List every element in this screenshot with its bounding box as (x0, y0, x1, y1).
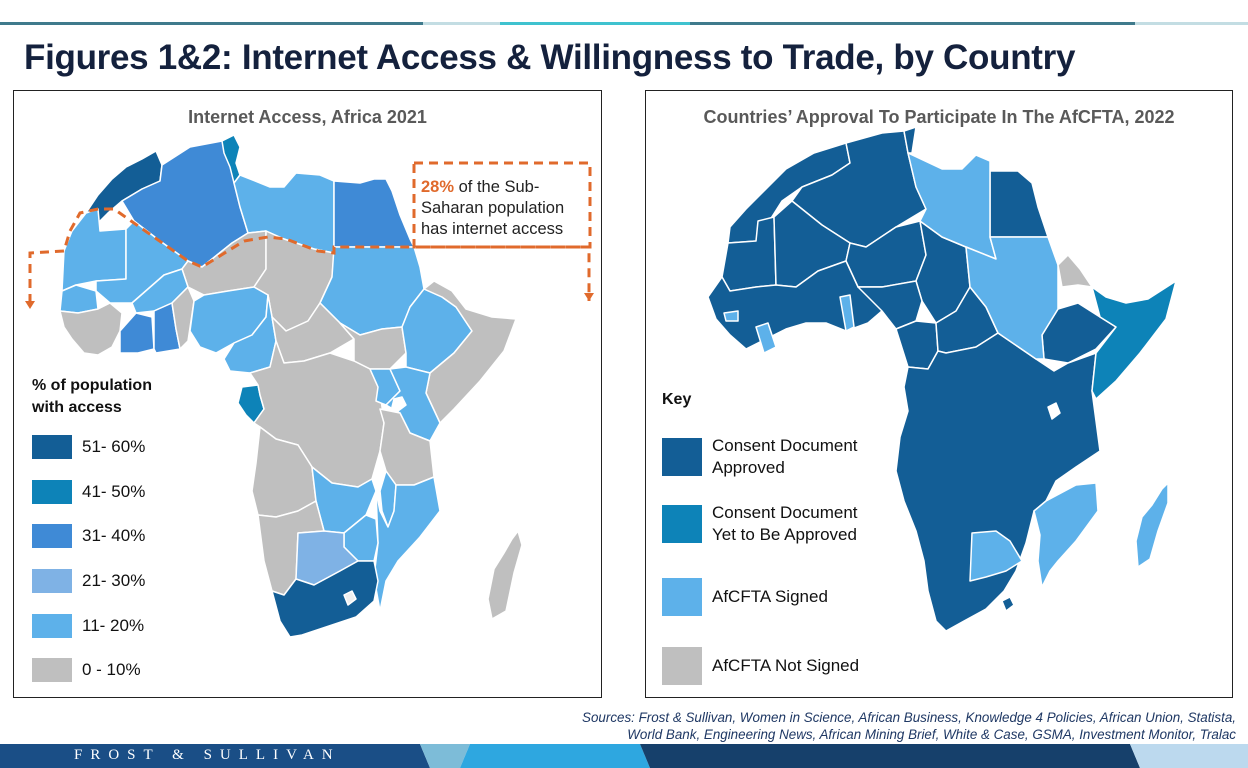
lesotho (1001, 596, 1015, 612)
brand-logo: FROST & SULLIVAN (74, 747, 341, 763)
legend-label: 11- 20% (82, 616, 145, 635)
legend-item: 31- 40% (32, 524, 145, 548)
legend-label: Consent Document Yet to Be Approved (712, 502, 858, 546)
legend-item: 41- 50% (32, 480, 145, 504)
legend-swatch (32, 569, 72, 593)
legend-item: AfCFTA Signed (662, 578, 828, 616)
legend-label: AfCFTA Signed (712, 587, 828, 606)
region-egypt (333, 178, 415, 248)
region-madagascar (1135, 482, 1169, 568)
footer-segment (640, 744, 1140, 768)
legend-item: AfCFTA Not Signed (662, 647, 859, 685)
internet-access-map-panel: Internet Access, Africa 2021 28% of the … (13, 90, 602, 698)
legend-swatch (32, 435, 72, 459)
legend-label: 51- 60% (82, 437, 146, 456)
legend-label: Consent Document Approved (712, 435, 858, 479)
afcfta-approval-map-panel: Countries’ Approval To Participate In Th… (645, 90, 1233, 698)
legend-swatch (32, 480, 72, 504)
legend-item: Consent Document Yet to Be Approved (662, 502, 858, 546)
sources-line2: World Bank, Engineering News, African Mi… (627, 727, 1236, 742)
legend-title: % of population with access (32, 375, 152, 419)
legend-title-line1: % of population (32, 377, 152, 394)
legend-title: Key (662, 391, 692, 408)
region-guinea-bissau (723, 310, 739, 322)
legend-label: 41- 50% (82, 482, 146, 501)
legend-title-line2: with access (32, 399, 122, 416)
arrow-left-icon (25, 301, 35, 309)
footer-segment (1130, 744, 1248, 768)
legend-label-line2: Yet to Be Approved (712, 525, 857, 544)
legend-item: 21- 30% (32, 569, 145, 593)
legend-label-line1: Consent Document (712, 503, 858, 522)
legend-swatch (662, 647, 702, 685)
callout-percentage: 28% (421, 178, 455, 196)
region-madagascar (487, 530, 523, 620)
legend-label: 21- 30% (82, 571, 146, 590)
footer-segment (460, 744, 650, 768)
legend-swatch (32, 658, 72, 682)
region-cote-divoire (119, 312, 155, 354)
legend-label: 0 - 10% (82, 660, 141, 679)
legend-label: 31- 40% (82, 526, 146, 545)
legend-item: 11- 20% (32, 614, 144, 638)
legend-label-line1: Consent Document (712, 436, 858, 455)
legend-swatch (32, 524, 72, 548)
legend-swatch (32, 614, 72, 638)
legend-item: Consent Document Approved (662, 435, 858, 479)
sub-saharan-callout: 28% of the Sub-Saharan population has in… (421, 177, 589, 240)
legend-item: 51- 60% (32, 435, 145, 459)
sources-line1: Sources: Frost & Sullivan, Women in Scie… (582, 710, 1236, 725)
sources-note: Sources: Frost & Sullivan, Women in Scie… (582, 709, 1236, 743)
legend-swatch (662, 438, 702, 476)
region-mauritania (61, 208, 127, 292)
legend-label: AfCFTA Not Signed (712, 656, 860, 675)
region-central-south (895, 332, 1101, 632)
legend-swatch (662, 578, 702, 616)
page-title: Figures 1&2: Internet Access & Willingne… (24, 38, 1076, 77)
region-senegal (59, 284, 99, 314)
legend-label-line2: Approved (712, 458, 785, 477)
legend-swatch (662, 505, 702, 543)
region-egypt (989, 170, 1049, 238)
region-eritrea (1057, 254, 1093, 288)
legend-item: 0 - 10% (32, 658, 141, 682)
arrow-right-icon (584, 293, 594, 301)
top-accent-line (0, 22, 1248, 25)
